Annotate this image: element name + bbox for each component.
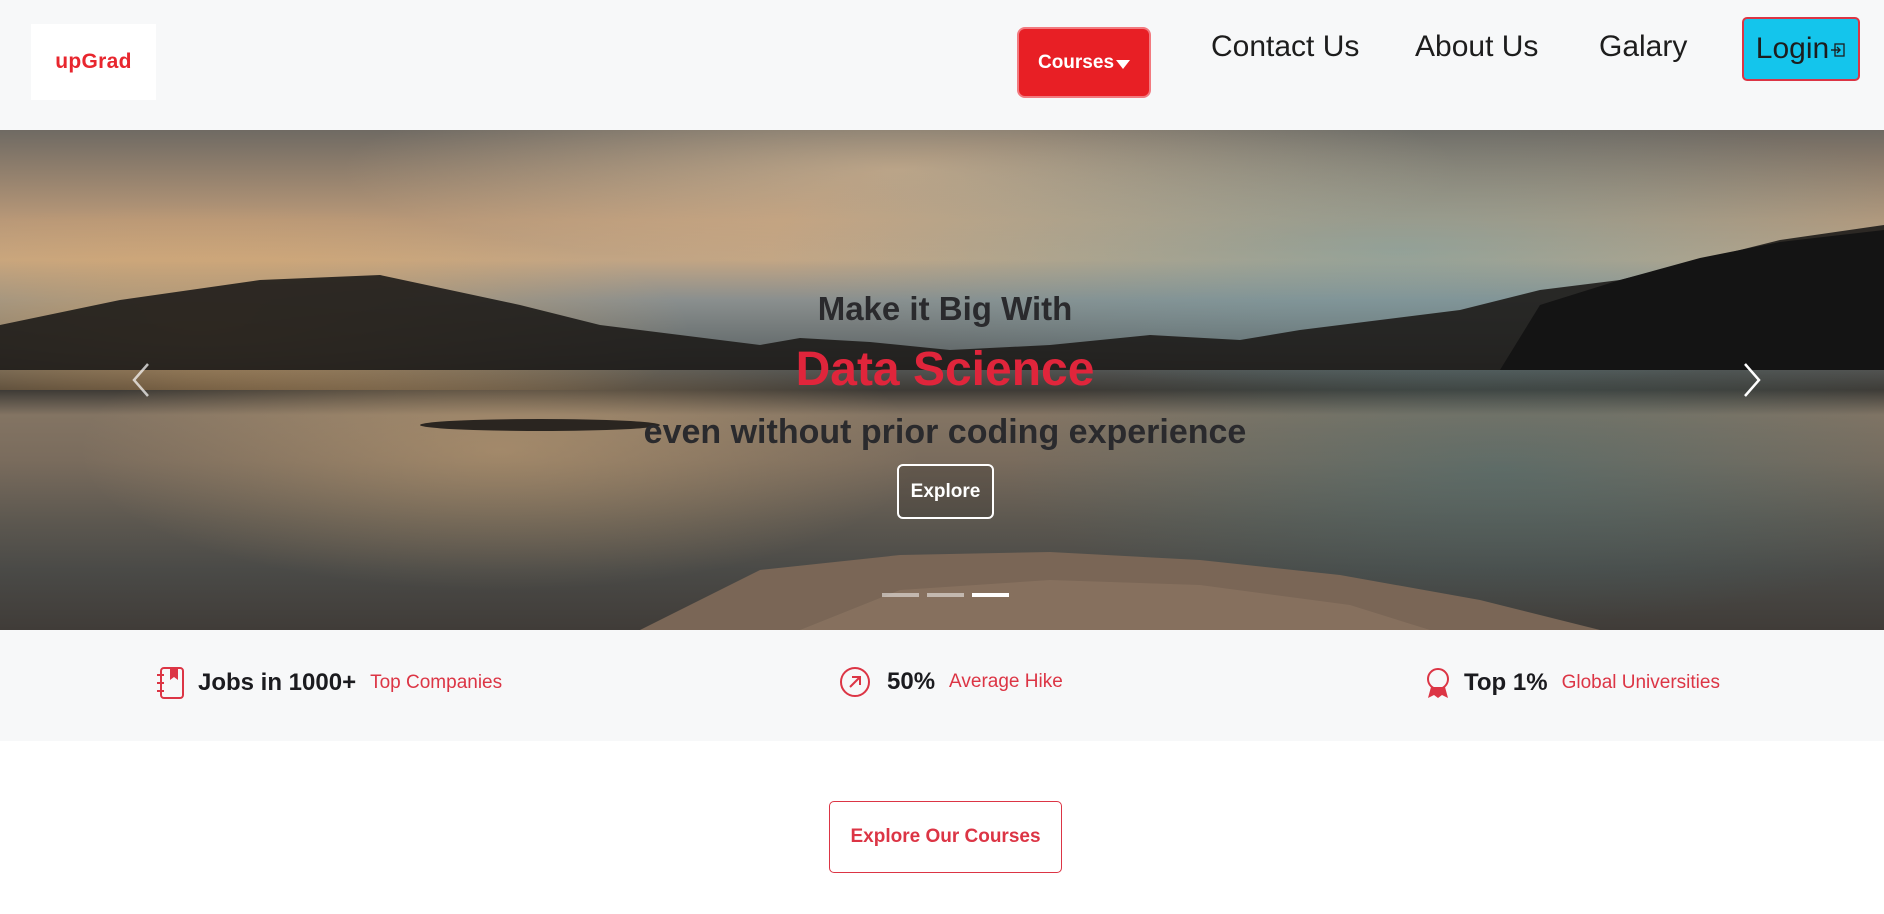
stat-hike-label: Average Hike (949, 671, 1063, 692)
stats-bar: Jobs in 1000+ Top Companies 50% Average … (0, 630, 1884, 741)
award-icon (1424, 666, 1452, 700)
login-button[interactable]: Login (1742, 17, 1860, 81)
login-label: Login (1755, 32, 1830, 65)
hero-subtitle: even without prior coding experience (643, 413, 1247, 451)
stat-universities-value: Top 1% (1464, 669, 1548, 696)
jobs-book-icon (156, 666, 186, 700)
carousel-indicators (882, 593, 1009, 597)
stat-hike: 50% Average Hike (839, 666, 1063, 698)
stat-jobs: Jobs in 1000+ Top Companies (156, 666, 502, 700)
stat-jobs-value: Jobs in 1000+ (198, 669, 357, 696)
carousel-indicator-1[interactable] (882, 593, 919, 597)
caret-down-icon (1116, 59, 1131, 69)
nav-link-contact-us[interactable]: Contact Us (1211, 30, 1359, 70)
stat-hike-value: 50% (887, 668, 936, 695)
stat-universities-label: Global Universities (1561, 672, 1720, 693)
logo-text: upGrad (55, 50, 132, 73)
stat-universities: Top 1% Global Universities (1424, 666, 1720, 700)
upgrad-logo[interactable]: upGrad (31, 24, 156, 100)
courses-dropdown-button[interactable]: Courses (1017, 27, 1151, 98)
nav-link-about-us[interactable]: About Us (1415, 30, 1538, 70)
carousel-indicator-3[interactable] (972, 593, 1009, 597)
carousel-indicator-2[interactable] (927, 593, 964, 597)
stat-jobs-label: Top Companies (370, 672, 503, 693)
hero-tagline: Make it Big With (817, 290, 1073, 327)
hero-headline: Data Science (795, 343, 1095, 396)
arrow-up-right-circle-icon (839, 666, 871, 698)
nav-link-galary[interactable]: Galary (1599, 30, 1687, 70)
explore-button[interactable]: Explore (897, 464, 994, 519)
navbar: upGrad Courses Contact Us About Us Galar… (0, 0, 1884, 130)
hero-carousel: Make it Big With Data Science even witho… (0, 130, 1884, 630)
explore-our-courses-button[interactable]: Explore Our Courses (829, 801, 1062, 873)
box-arrow-in-right-icon (1831, 43, 1845, 57)
courses-label: Courses (1037, 51, 1115, 73)
